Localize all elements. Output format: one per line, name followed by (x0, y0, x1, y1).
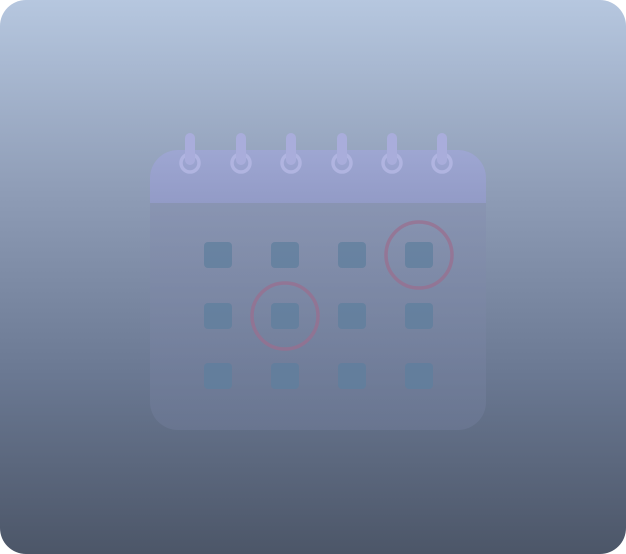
day-cell-highlighted (405, 242, 433, 268)
day-cell (271, 363, 299, 389)
day-cell (338, 242, 366, 268)
day-cell (204, 303, 232, 329)
illustration-card (0, 0, 626, 554)
day-cell (405, 363, 433, 389)
day-cell (338, 363, 366, 389)
calendar-icon (150, 133, 486, 430)
day-cell-highlighted (271, 303, 299, 329)
day-cell (405, 303, 433, 329)
day-cell (271, 242, 299, 268)
day-cell (204, 363, 232, 389)
day-cell (338, 303, 366, 329)
day-cell (204, 242, 232, 268)
